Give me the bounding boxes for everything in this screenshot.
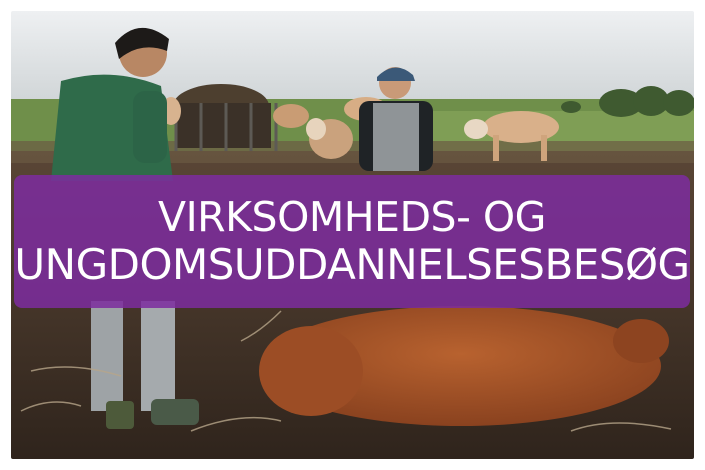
title-line-1: VIRKSOMHEDS- OG: [158, 192, 546, 241]
image-card[interactable]: VIRKSOMHEDS- OG UNGDOMSUDDANNELSESBESØG: [0, 0, 705, 470]
hay-feeder: [173, 84, 278, 151]
title-banner: VIRKSOMHEDS- OG UNGDOMSUDDANNELSESBESØG: [14, 175, 690, 308]
title-line-2: UNGDOMSUDDANNELSESBESØG: [14, 239, 690, 289]
